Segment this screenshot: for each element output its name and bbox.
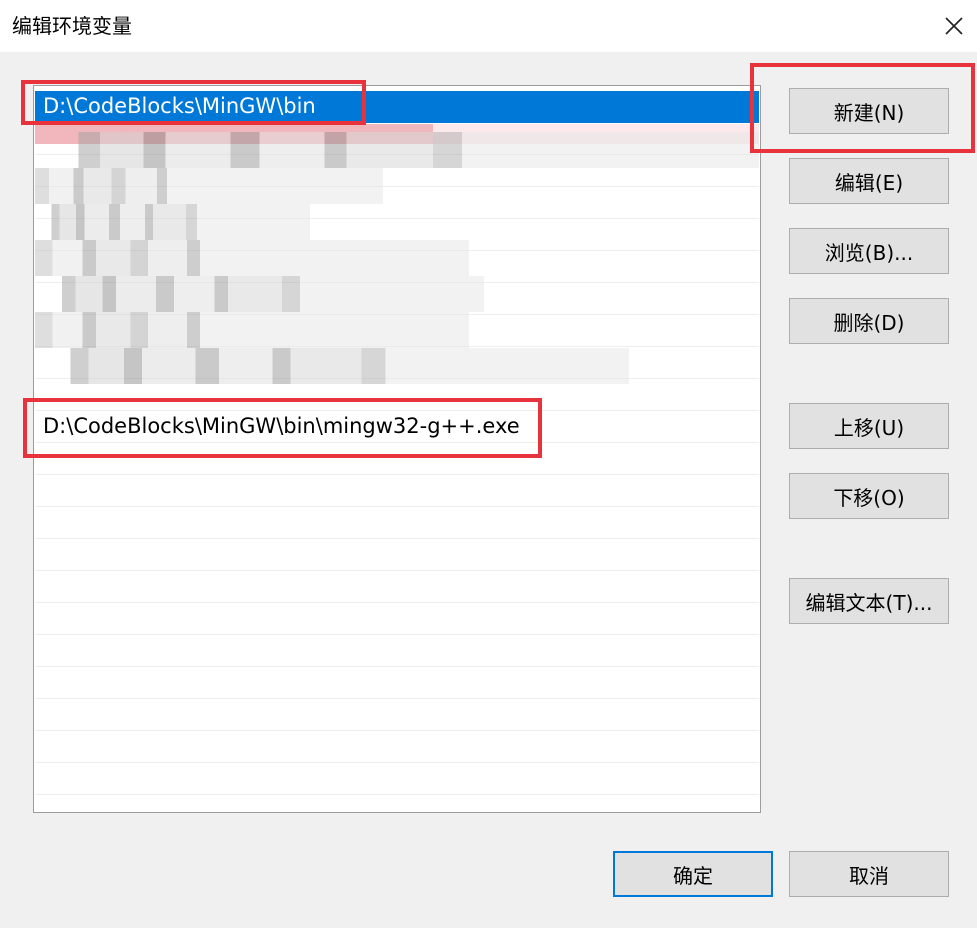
list-item[interactable] [35,571,759,603]
title-bar: 编辑环境变量 [0,0,977,52]
edit-text-button[interactable]: 编辑文本(T)... [789,578,949,624]
move-down-button[interactable]: 下移(O) [789,473,949,519]
list-item[interactable] [35,763,759,795]
list-item-text: D:\CodeBlocks\MinGW\bin [43,94,316,118]
new-button[interactable]: 新建(N) [789,88,949,134]
pixelated-block [35,240,470,276]
pixelated-block [35,204,311,240]
pixelated-block [35,168,383,204]
close-icon [945,17,963,35]
list-item[interactable]: D:\CodeBlocks\MinGW\bin\mingw32-g++.exe [35,411,759,443]
list-item[interactable] [35,539,759,571]
list-item-text: D:\CodeBlocks\MinGW\bin\mingw32-g++.exe [43,414,520,438]
delete-button[interactable]: 删除(D) [789,298,949,344]
cancel-button[interactable]: 取消 [789,851,949,897]
close-button[interactable] [931,0,977,52]
ok-button[interactable]: 确定 [613,851,773,897]
list-item[interactable] [35,443,759,475]
list-item[interactable] [35,475,759,507]
pixelated-block [35,276,484,312]
path-list[interactable]: D:\CodeBlocks\MinGW\bin D:\CodeBlocks\Mi… [33,85,761,813]
list-item[interactable] [35,635,759,667]
browse-button[interactable]: 浏览(B)... [789,228,949,274]
list-item[interactable] [35,699,759,731]
list-item[interactable]: D:\CodeBlocks\MinGW\bin [35,91,759,123]
list-item[interactable] [35,667,759,699]
list-item[interactable] [35,507,759,539]
pixelated-block [35,312,470,348]
move-up-button[interactable]: 上移(U) [789,403,949,449]
window-title: 编辑环境变量 [12,14,132,38]
pixelated-block [35,132,759,168]
list-item[interactable] [35,731,759,763]
pixelated-block [35,348,629,384]
edit-button[interactable]: 编辑(E) [789,158,949,204]
list-item[interactable] [35,603,759,635]
redacted-region [35,124,759,409]
